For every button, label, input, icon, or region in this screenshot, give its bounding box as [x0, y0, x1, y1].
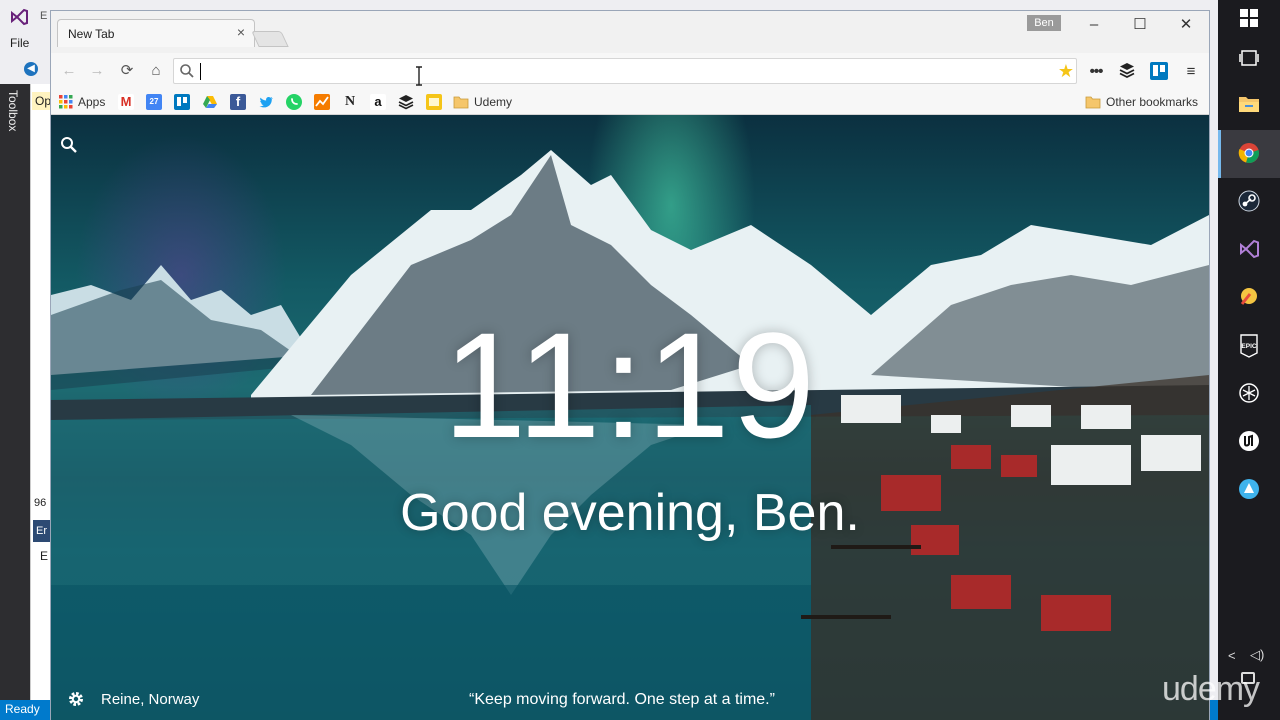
- volume-icon[interactable]: ◁): [1250, 647, 1264, 663]
- clock-time: 11:19: [442, 301, 818, 469]
- forward-arrow-icon[interactable]: →: [87, 61, 107, 81]
- vs-status-text: Ready: [5, 702, 40, 716]
- pixel-app-icon[interactable]: [1237, 382, 1261, 406]
- vs-error-item: E: [40, 549, 49, 563]
- windows-start-icon[interactable]: [1237, 8, 1261, 32]
- photo-location[interactable]: Reine, Norway: [101, 691, 199, 708]
- folder-icon: [1085, 95, 1101, 115]
- vs-back-icon[interactable]: ◀: [24, 62, 38, 76]
- daily-quote[interactable]: “Keep moving forward. One step at a time…: [291, 691, 953, 709]
- omnibox-search-icon: [178, 62, 196, 80]
- vs-line-number: 96: [34, 497, 47, 509]
- minimize-button[interactable]: –: [1071, 11, 1117, 39]
- gear-icon[interactable]: [67, 690, 85, 708]
- buffer-icon[interactable]: [398, 94, 414, 110]
- visual-studio-logo-icon[interactable]: [8, 6, 30, 28]
- app-icon[interactable]: [1237, 478, 1261, 502]
- unreal-engine-icon[interactable]: [1237, 430, 1261, 454]
- bookmark-udemy-folder[interactable]: Udemy: [453, 92, 523, 112]
- vs-menu-file[interactable]: File: [10, 36, 29, 50]
- other-bookmarks-label: Other bookmarks: [1106, 95, 1199, 109]
- keep-icon[interactable]: [426, 94, 442, 110]
- other-bookmarks[interactable]: Other bookmarks: [1085, 92, 1205, 112]
- back-arrow-icon[interactable]: ←: [59, 61, 79, 81]
- visual-studio-taskbar-icon[interactable]: [1237, 238, 1261, 262]
- tab-title: New Tab: [68, 27, 115, 41]
- tab-strip: New Tab × Ben – ☐ ✕: [51, 11, 1209, 53]
- bookmark-apps-label: Apps: [78, 95, 106, 109]
- file-explorer-icon[interactable]: [1237, 94, 1261, 118]
- chrome-window: New Tab × Ben – ☐ ✕ ← → ⟳ ⌂ ★ ••• ≡ Apps…: [50, 10, 1210, 720]
- maximize-button[interactable]: ☐: [1117, 11, 1163, 39]
- twitter-icon[interactable]: [258, 94, 274, 110]
- vs-error-list-tab[interactable]: Er: [33, 520, 50, 542]
- home-icon[interactable]: ⌂: [146, 61, 166, 81]
- omnibox[interactable]: ★: [173, 58, 1077, 84]
- gmail-icon[interactable]: M: [118, 94, 134, 110]
- trello-extension-icon[interactable]: [1148, 61, 1170, 83]
- trello-icon[interactable]: [174, 94, 190, 110]
- steam-icon[interactable]: [1237, 190, 1261, 214]
- svg-text:EPIC: EPIC: [1241, 343, 1256, 350]
- whatsapp-icon[interactable]: [286, 94, 302, 110]
- profile-badge[interactable]: Ben: [1027, 15, 1061, 31]
- chrome-taskbar-icon[interactable]: [1237, 142, 1261, 166]
- vs-toolbox-strip: [0, 84, 30, 700]
- address-input[interactable]: [200, 62, 1040, 80]
- bookmark-star-icon[interactable]: ★: [1056, 61, 1076, 81]
- reload-icon[interactable]: ⟳: [117, 61, 137, 81]
- vs-toolbox-tab[interactable]: Toolbox: [6, 90, 20, 131]
- vs-editor-panel: [30, 84, 50, 700]
- paint-icon[interactable]: [1237, 286, 1261, 310]
- task-view-icon[interactable]: [1237, 48, 1261, 72]
- epic-games-icon[interactable]: EPIC: [1237, 334, 1261, 358]
- momentum-new-tab-page: 11:19 Good evening, Ben. Reine, Norway “…: [51, 115, 1209, 720]
- chrome-menu-icon[interactable]: ≡: [1180, 61, 1202, 83]
- browser-toolbar: ← → ⟳ ⌂ ★ ••• ≡: [51, 53, 1209, 89]
- udemy-watermark: udemy: [1162, 670, 1260, 708]
- bookmarks-bar: Apps M 27 f N a Udemy Other bookmarks: [51, 89, 1209, 115]
- text-caret: [200, 63, 201, 80]
- search-icon[interactable]: [59, 135, 79, 155]
- vs-panel-tab[interactable]: Op: [32, 92, 51, 110]
- bookmark-apps[interactable]: Apps: [59, 92, 115, 112]
- facebook-icon[interactable]: f: [230, 94, 246, 110]
- buffer-extension-icon[interactable]: [1116, 61, 1138, 83]
- greeting-text: Good evening, Ben.: [400, 484, 860, 542]
- apps-grid-icon: [59, 95, 73, 115]
- folder-icon: [453, 95, 469, 115]
- more-extension-icon[interactable]: •••: [1085, 61, 1107, 83]
- vs-title-text: E: [40, 10, 48, 22]
- tray-chevron-up-icon[interactable]: <: [1228, 648, 1236, 663]
- ibeam-cursor-icon: [416, 66, 422, 86]
- tab-close-icon[interactable]: ×: [234, 25, 248, 39]
- calendar-icon[interactable]: 27: [146, 94, 162, 110]
- notion-icon[interactable]: N: [342, 94, 358, 110]
- taskbar-active-indicator: [1218, 130, 1221, 178]
- amazon-icon[interactable]: a: [370, 94, 386, 110]
- drive-icon[interactable]: [202, 94, 218, 110]
- bookmark-udemy-label: Udemy: [474, 95, 513, 109]
- new-tab-button[interactable]: [251, 31, 289, 47]
- close-button[interactable]: ✕: [1163, 11, 1209, 39]
- chart-icon[interactable]: [314, 94, 330, 110]
- tab-new-tab[interactable]: New Tab ×: [57, 19, 255, 47]
